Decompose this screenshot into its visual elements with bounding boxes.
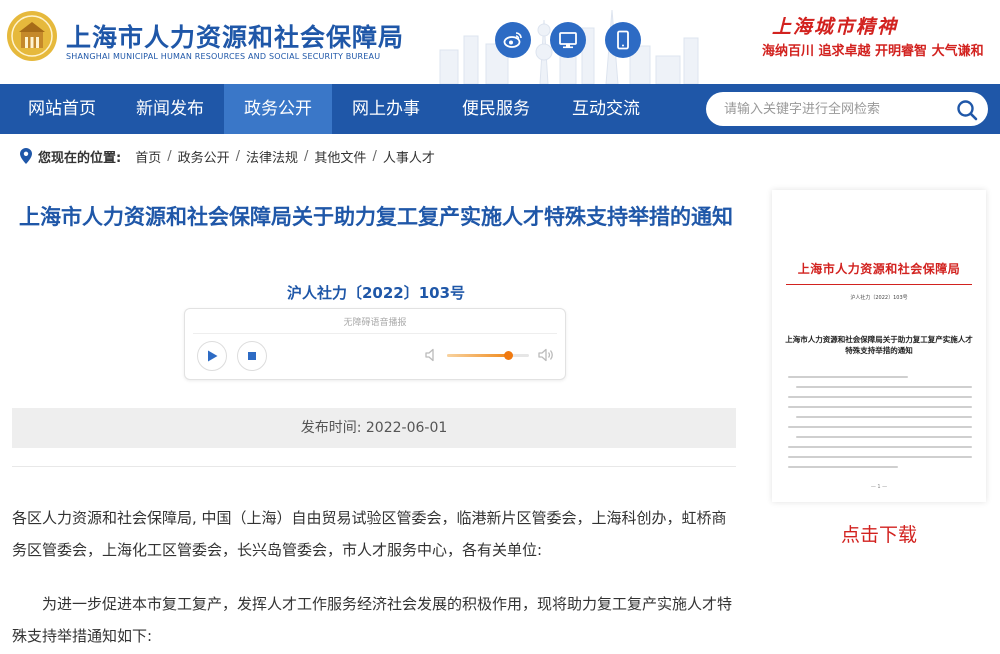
preview-page-number: — 1 — <box>870 484 888 490</box>
preview-text-line <box>796 416 972 418</box>
publish-time: 发布时间: 2022-06-01 <box>12 408 736 448</box>
nav-item-online-services[interactable]: 网上办事 <box>332 84 440 134</box>
search-box <box>706 92 988 126</box>
nav-item-interaction[interactable]: 互动交流 <box>552 84 660 134</box>
site-header: 上海市人力资源和社会保障局 SHANGHAI MUNICIPAL HUMAN R… <box>0 0 1000 84</box>
preview-text-line <box>788 446 972 448</box>
nav-item-home[interactable]: 网站首页 <box>8 84 116 134</box>
breadcrumb-other-files[interactable]: 其他文件 <box>314 147 366 166</box>
location-pin-icon <box>20 148 32 164</box>
preview-text-line <box>788 466 898 468</box>
document-preview-thumbnail[interactable]: 上海市人力资源和社会保障局 沪人社力〔2022〕103号 上海市人力资源和社会保… <box>772 190 986 502</box>
audio-player: 无障碍语音播报 <box>184 308 566 380</box>
article-paragraph-addressees: 各区人力资源和社会保障局, 中国（上海）自由贸易试验区管委会，临港新片区管委会，… <box>12 509 727 559</box>
preview-text-line <box>788 456 972 458</box>
desktop-version-button[interactable] <box>550 22 586 58</box>
site-subtitle: SHANGHAI MUNICIPAL HUMAN RESOURCES AND S… <box>66 52 381 61</box>
weibo-button[interactable] <box>495 22 531 58</box>
content-divider <box>12 466 736 467</box>
audio-player-label: 无障碍语音播报 <box>343 318 407 328</box>
breadcrumb-government-affairs[interactable]: 政务公开 <box>178 147 230 166</box>
stop-icon <box>248 352 256 360</box>
preview-doc-number: 沪人社力〔2022〕103号 <box>850 295 908 301</box>
breadcrumb-separator: / <box>304 148 309 164</box>
preview-text-line <box>788 406 972 408</box>
nav-item-government-affairs[interactable]: 政务公开 <box>224 84 332 134</box>
audio-player-divider <box>193 333 557 334</box>
mobile-version-button[interactable] <box>605 22 641 58</box>
desktop-icon <box>559 32 577 49</box>
bureau-logo-emblem[interactable] <box>6 10 58 62</box>
breadcrumb-separator: / <box>235 148 241 164</box>
play-icon <box>208 350 218 362</box>
mobile-icon <box>617 30 629 50</box>
volume-slider-thumb[interactable] <box>504 351 513 360</box>
site-title[interactable]: 上海市人力资源和社会保障局 <box>66 18 404 54</box>
city-spirit-title: 上海城市精神 <box>772 16 899 38</box>
volume-low-icon[interactable] <box>423 347 439 363</box>
preview-title: 上海市人力资源和社会保障局关于助力复工复产实施人才特殊支持举措的通知 <box>785 335 973 355</box>
nav-item-public-services[interactable]: 便民服务 <box>440 84 552 134</box>
volume-slider-fill <box>447 354 509 357</box>
search-input[interactable] <box>724 92 944 126</box>
breadcrumb-separator: / <box>167 148 172 164</box>
breadcrumb-separator: / <box>372 148 377 164</box>
stop-button[interactable] <box>237 341 267 371</box>
preview-text-line <box>796 386 972 388</box>
preview-text-line <box>788 376 908 378</box>
preview-text-line <box>788 426 972 428</box>
search-icon[interactable] <box>956 99 978 121</box>
preview-red-line <box>786 284 972 285</box>
download-link[interactable]: 点击下载 <box>772 520 986 547</box>
volume-slider[interactable] <box>447 351 529 360</box>
preview-text-line <box>788 396 972 398</box>
breadcrumb-label: 您现在的位置: <box>38 150 122 166</box>
weibo-icon <box>503 32 522 48</box>
breadcrumb-laws[interactable]: 法律法规 <box>246 147 298 166</box>
volume-high-icon[interactable] <box>537 347 555 363</box>
article-title: 上海市人力资源和社会保障局关于助力复工复产实施人才特殊支持举措的通知 <box>19 205 733 229</box>
nav-item-news[interactable]: 新闻发布 <box>116 84 224 134</box>
preview-text-line <box>796 436 972 438</box>
document-number: 沪人社力〔2022〕103号 <box>286 284 466 302</box>
breadcrumb: 您现在的位置: 首页 / 政务公开 / 法律法规 / 其他文件 / 人事人才 <box>20 146 437 166</box>
play-button[interactable] <box>197 341 227 371</box>
city-spirit-motto: 海纳百川 追求卓越 开明睿智 大气谦和 <box>762 44 984 59</box>
breadcrumb-personnel[interactable]: 人事人才 <box>383 147 435 166</box>
article-paragraph-intro: 为进一步促进本市复工复产，发挥人才工作服务经济社会发展的积极作用，现将助力复工复… <box>12 595 733 645</box>
preview-header: 上海市人力资源和社会保障局 <box>797 262 961 276</box>
breadcrumb-home[interactable]: 首页 <box>135 147 161 166</box>
